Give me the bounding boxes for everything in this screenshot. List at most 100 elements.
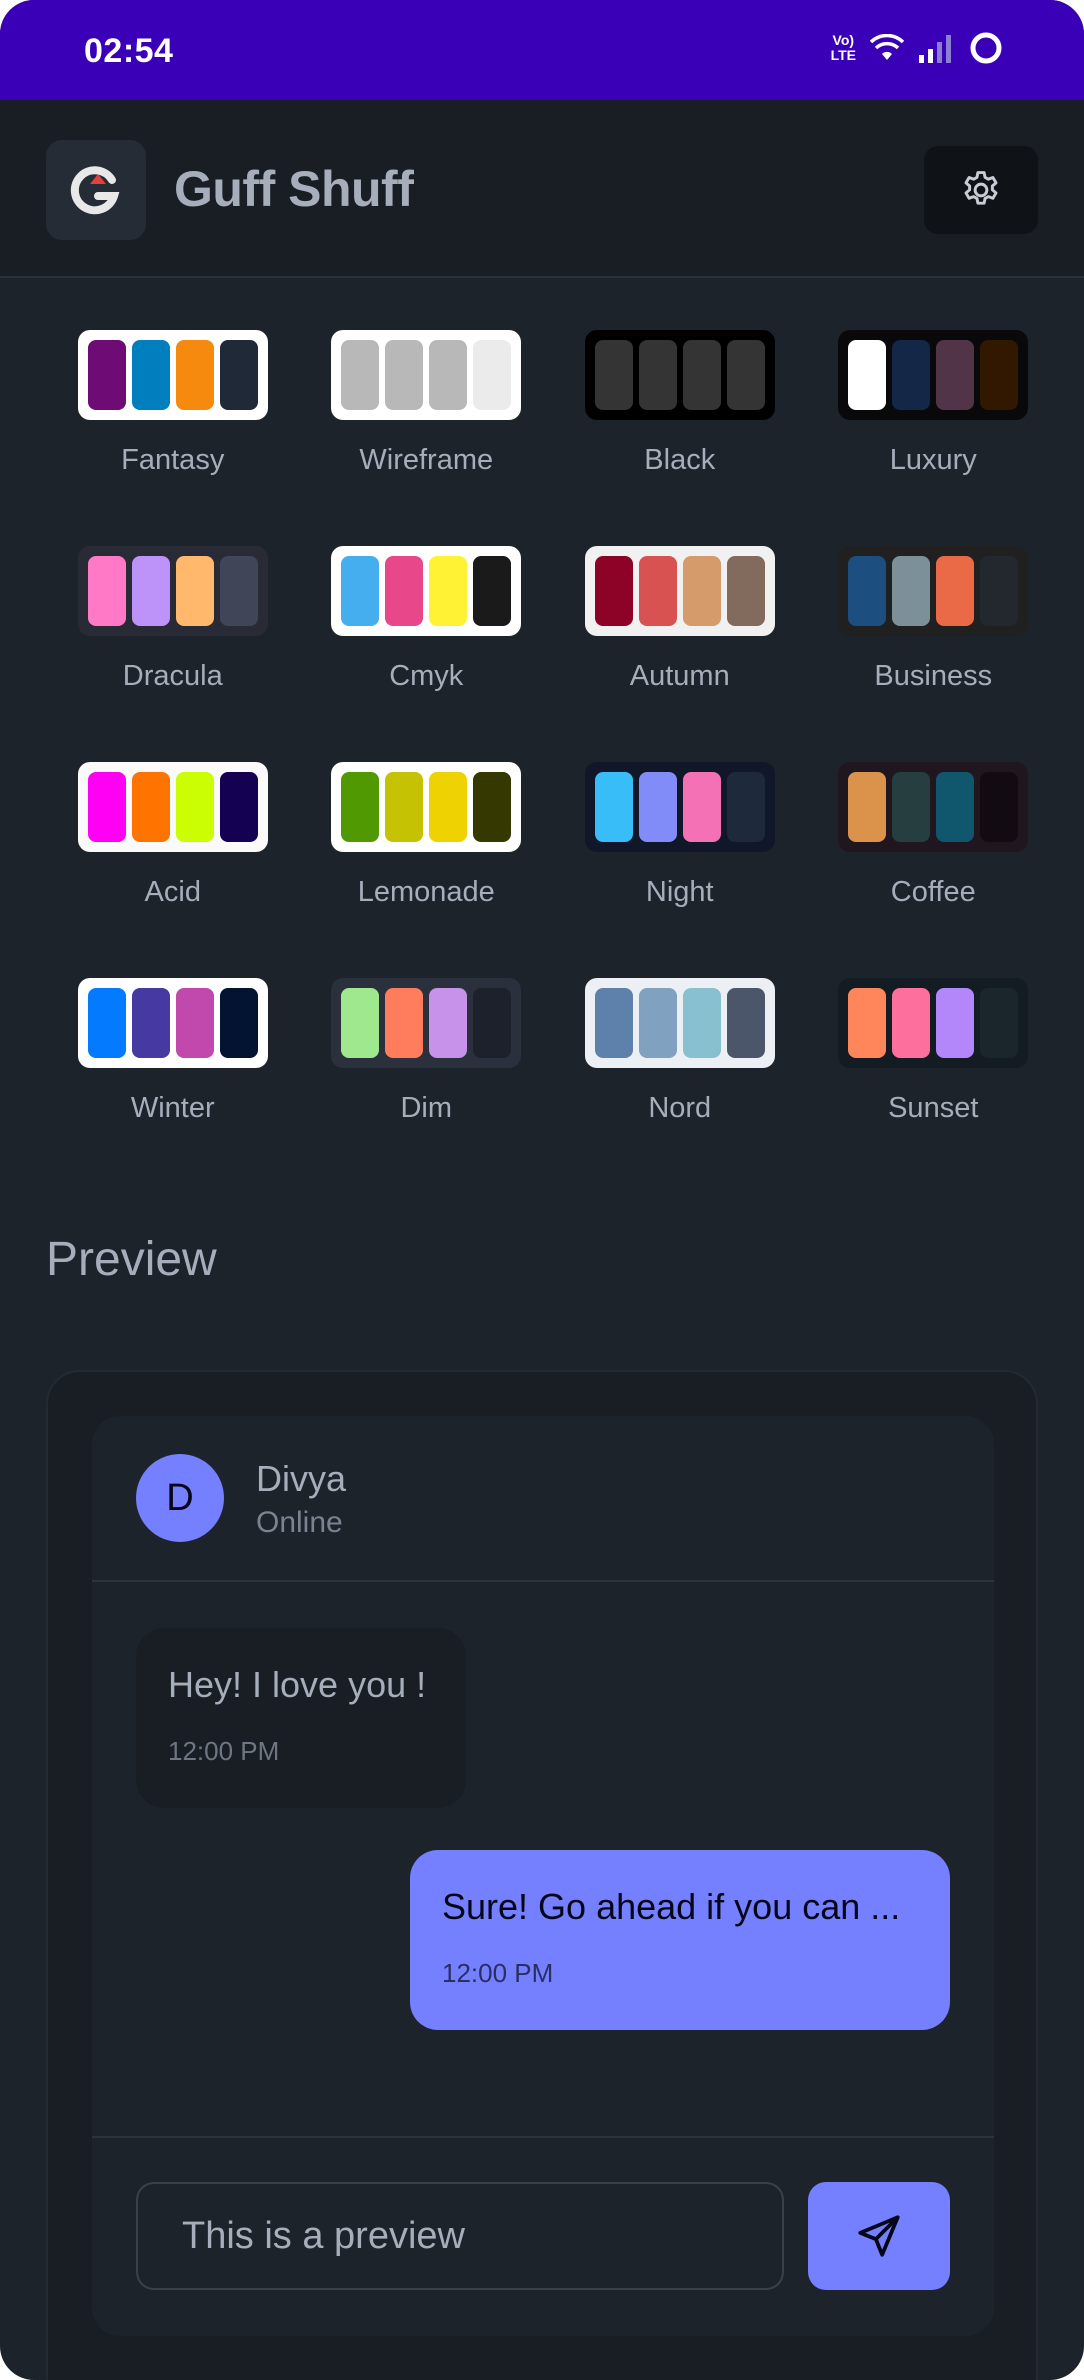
color-swatch <box>892 556 931 626</box>
color-swatch <box>473 556 512 626</box>
color-swatch <box>341 772 380 842</box>
color-swatch <box>175 988 214 1058</box>
color-swatch <box>936 772 975 842</box>
theme-option-fantasy[interactable]: Fantasy <box>46 330 300 504</box>
color-swatch <box>682 556 721 626</box>
color-swatch <box>726 988 765 1058</box>
send-icon <box>858 2215 900 2257</box>
theme-option-sunset[interactable]: Sunset <box>807 978 1061 1152</box>
color-swatch <box>980 988 1019 1058</box>
theme-option-luxury[interactable]: Luxury <box>807 330 1061 504</box>
theme-swatch-palette <box>584 762 775 852</box>
color-swatch <box>87 340 126 410</box>
theme-option-lemonade[interactable]: Lemonade <box>300 762 554 936</box>
theme-option-black[interactable]: Black <box>553 330 807 504</box>
message-input[interactable] <box>136 2182 784 2290</box>
theme-name: Luxury <box>889 444 977 476</box>
color-swatch <box>936 340 975 410</box>
color-swatch <box>429 340 468 410</box>
color-swatch <box>131 340 170 410</box>
color-swatch <box>429 772 468 842</box>
color-swatch <box>87 988 126 1058</box>
color-swatch <box>429 988 468 1058</box>
color-swatch <box>341 988 380 1058</box>
theme-swatch-palette <box>838 762 1029 852</box>
color-swatch <box>892 988 931 1058</box>
theme-name: Business <box>874 660 993 692</box>
color-swatch <box>726 772 765 842</box>
theme-option-dim[interactable]: Dim <box>300 978 554 1152</box>
theme-name: Nord <box>648 1092 712 1124</box>
status-time: 02:54 <box>84 32 174 70</box>
app-header: Guff Shuff <box>0 100 1084 278</box>
color-swatch <box>980 340 1019 410</box>
theme-name: Cmyk <box>389 660 464 692</box>
theme-option-winter[interactable]: Winter <box>46 978 300 1152</box>
color-swatch <box>131 988 170 1058</box>
theme-option-acid[interactable]: Acid <box>46 762 300 936</box>
theme-option-dracula[interactable]: Dracula <box>46 546 300 720</box>
theme-option-night[interactable]: Night <box>553 762 807 936</box>
battery-ring-icon <box>970 32 1002 64</box>
theme-name: Night <box>645 876 714 908</box>
color-swatch <box>219 340 258 410</box>
outgoing-message-bubble: Sure! Go ahead if you can ... 12:00 PM <box>410 1850 950 2030</box>
color-swatch <box>429 556 468 626</box>
status-bar: 02:54 Vo) LTE <box>0 0 1084 100</box>
color-swatch <box>848 556 887 626</box>
color-swatch <box>936 988 975 1058</box>
color-swatch <box>473 988 512 1058</box>
theme-option-cmyk[interactable]: Cmyk <box>300 546 554 720</box>
color-swatch <box>219 988 258 1058</box>
theme-name: Dracula <box>122 660 223 692</box>
theme-swatch-palette <box>838 546 1029 636</box>
theme-swatch-palette <box>331 330 522 420</box>
color-swatch <box>87 556 126 626</box>
contact-name: Divya <box>256 1458 347 1499</box>
settings-button[interactable] <box>924 146 1038 234</box>
color-swatch <box>219 556 258 626</box>
theme-name: Winter <box>130 1092 215 1124</box>
color-swatch <box>682 772 721 842</box>
theme-swatch-palette <box>331 978 522 1068</box>
theme-name: Fantasy <box>121 444 225 476</box>
theme-name: Dim <box>400 1092 453 1124</box>
color-swatch <box>87 772 126 842</box>
color-swatch <box>175 772 214 842</box>
theme-name: Lemonade <box>357 876 495 908</box>
color-swatch <box>892 340 931 410</box>
chat-preview-card: D Divya Online Hey! I love you ! 12:00 P… <box>92 1416 994 2336</box>
theme-swatch-palette <box>77 546 268 636</box>
theme-swatch-palette <box>584 978 775 1068</box>
theme-swatch-palette <box>584 330 775 420</box>
theme-name: Coffee <box>890 876 976 908</box>
avatar: D <box>136 1454 224 1542</box>
app-screen: 02:54 Vo) LTE Guff Shuff Fantasy Wirefra… <box>0 0 1084 2380</box>
theme-name: Acid <box>144 876 201 908</box>
color-swatch <box>341 340 380 410</box>
message-time: 12:00 PM <box>168 1736 280 1766</box>
theme-option-nord[interactable]: Nord <box>553 978 807 1152</box>
color-swatch <box>385 556 424 626</box>
color-swatch <box>473 772 512 842</box>
preview-panel: D Divya Online Hey! I love you ! 12:00 P… <box>46 1370 1038 2380</box>
color-swatch <box>638 340 677 410</box>
theme-option-business[interactable]: Business <box>807 546 1061 720</box>
theme-option-coffee[interactable]: Coffee <box>807 762 1061 936</box>
color-swatch <box>848 340 887 410</box>
theme-option-autumn[interactable]: Autumn <box>553 546 807 720</box>
color-swatch <box>936 556 975 626</box>
color-swatch <box>726 340 765 410</box>
app-title: Guff Shuff <box>174 161 414 217</box>
send-button[interactable] <box>808 2182 950 2290</box>
color-swatch <box>175 556 214 626</box>
message-text: Hey! I love you ! <box>168 1664 427 1705</box>
color-swatch <box>638 556 677 626</box>
theme-swatch-palette <box>331 762 522 852</box>
color-swatch <box>594 340 633 410</box>
color-swatch <box>892 772 931 842</box>
color-swatch <box>175 340 214 410</box>
color-swatch <box>980 556 1019 626</box>
status-icons: Vo) LTE <box>831 30 1004 66</box>
theme-option-wireframe[interactable]: Wireframe <box>300 330 554 504</box>
